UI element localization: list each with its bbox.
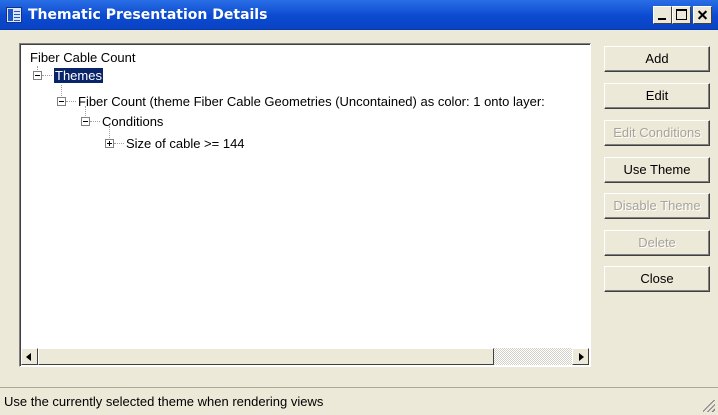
edit-button[interactable]: Edit	[604, 83, 710, 109]
scroll-right-arrow-icon[interactable]	[572, 348, 589, 365]
close-button[interactable]: Close	[604, 266, 710, 292]
add-button[interactable]: Add	[604, 46, 710, 72]
tree-connector	[90, 121, 100, 122]
scroll-left-arrow-icon[interactable]	[21, 348, 38, 365]
scrollbar-thumb[interactable]	[38, 348, 494, 365]
minimize-button[interactable]	[653, 6, 672, 24]
horizontal-scrollbar[interactable]	[21, 348, 589, 365]
collapse-icon[interactable]	[81, 117, 90, 126]
tree-node-size-condition[interactable]: Size of cable >= 144	[126, 136, 245, 152]
tree-connector	[114, 143, 124, 144]
disable-theme-button[interactable]: Disable Theme	[604, 193, 710, 219]
window-title: Thematic Presentation Details	[28, 7, 268, 23]
title-bar: Thematic Presentation Details	[0, 0, 718, 30]
collapse-icon[interactable]	[57, 97, 66, 106]
status-text: Use the currently selected theme when re…	[4, 394, 324, 409]
close-window-button[interactable]	[693, 6, 712, 24]
tree-connector	[66, 101, 76, 102]
use-theme-button[interactable]: Use Theme	[604, 157, 710, 183]
maximize-button[interactable]	[672, 6, 691, 24]
resize-grip-icon[interactable]	[703, 400, 715, 412]
status-bar: Use the currently selected theme when re…	[0, 387, 718, 415]
collapse-icon[interactable]	[33, 71, 42, 80]
tree-connector	[42, 75, 52, 76]
tree-node-fiber-count[interactable]: Fiber Count (theme Fiber Cable Geometrie…	[78, 94, 545, 110]
edit-conditions-button[interactable]: Edit Conditions	[604, 120, 710, 146]
theme-tree[interactable]: Fiber Cable Count Themes Fiber Count (th…	[19, 43, 591, 367]
expand-icon[interactable]	[105, 139, 114, 148]
tree-node-themes[interactable]: Themes	[53, 67, 104, 84]
tree-node-conditions[interactable]: Conditions	[102, 114, 163, 130]
delete-button[interactable]: Delete	[604, 230, 710, 256]
tree-node-root[interactable]: Fiber Cable Count	[30, 50, 136, 66]
tree-node-themes-label: Themes	[53, 67, 104, 84]
table-icon	[6, 7, 22, 23]
